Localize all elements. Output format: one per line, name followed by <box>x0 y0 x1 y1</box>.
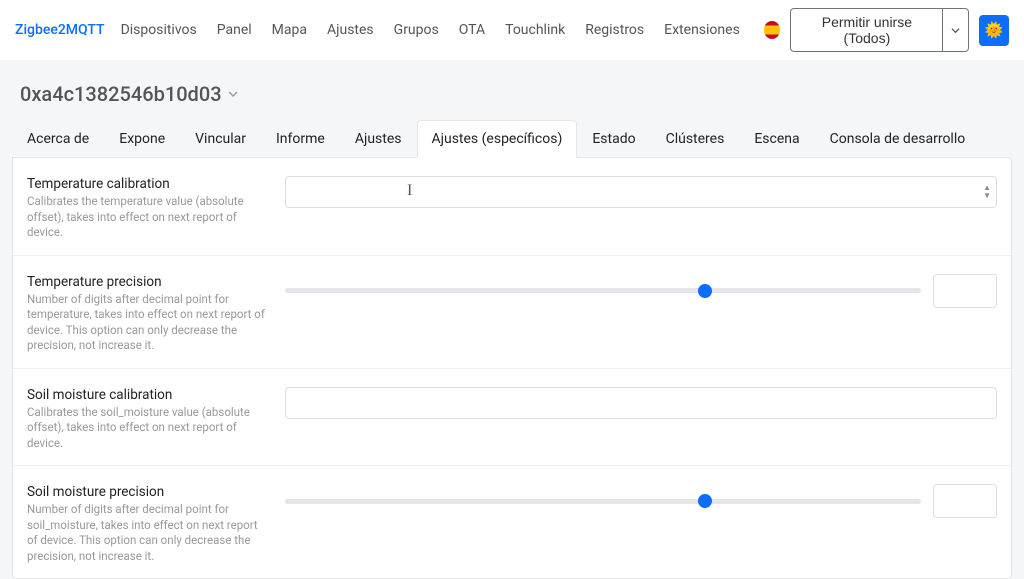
setting-name: Soil moisture calibration <box>27 387 265 403</box>
soil-moisture-calibration-input[interactable] <box>285 387 997 419</box>
setting-name: Temperature precision <box>27 274 265 290</box>
tab-consola-desarrollo[interactable]: Consola de desarrollo <box>815 120 981 158</box>
tab-informe[interactable]: Informe <box>261 120 340 158</box>
setting-label: Soil moisture calibration Calibrates the… <box>27 387 265 452</box>
tab-escena[interactable]: Escena <box>739 120 814 158</box>
tab-clusteres[interactable]: Clústeres <box>651 120 740 158</box>
chevron-down-icon <box>951 26 960 35</box>
spinner-down-icon[interactable]: ▼ <box>981 192 993 200</box>
temperature-precision-slider[interactable] <box>285 288 921 293</box>
setting-soil-moisture-precision: Soil moisture precision Number of digits… <box>13 466 1011 578</box>
nav-touchlink[interactable]: Touchlink <box>497 16 573 44</box>
settings-panel: Temperature calibration Calibrates the t… <box>12 157 1012 579</box>
setting-desc: Calibrates the soil_moisture value (abso… <box>27 405 265 452</box>
soil-moisture-precision-slider[interactable] <box>285 499 921 504</box>
setting-name: Temperature calibration <box>27 176 265 192</box>
slider-thumb[interactable] <box>698 494 712 508</box>
number-spinner[interactable]: ▲ ▼ <box>981 184 993 200</box>
setting-desc: Number of digits after decimal point for… <box>27 502 265 564</box>
theme-toggle-button[interactable]: 🌞 <box>979 15 1009 46</box>
setting-label: Temperature precision Number of digits a… <box>27 274 265 354</box>
setting-name: Soil moisture precision <box>27 484 265 500</box>
setting-label: Soil moisture precision Number of digits… <box>27 484 265 564</box>
nav-panel[interactable]: Panel <box>209 16 260 44</box>
temperature-calibration-input[interactable] <box>285 176 997 208</box>
page-content: 0xa4c1382546b10d03 Acerca de Expone Vinc… <box>0 60 1024 579</box>
tab-ajustes[interactable]: Ajustes <box>340 120 417 158</box>
setting-temperature-precision: Temperature precision Number of digits a… <box>13 256 1011 369</box>
sun-icon: 🌞 <box>985 21 1004 39</box>
nav-dispositivos[interactable]: Dispositivos <box>113 16 205 44</box>
permit-join-dropdown[interactable] <box>943 8 969 52</box>
device-id: 0xa4c1382546b10d03 <box>20 82 222 106</box>
temperature-precision-value[interactable] <box>933 274 997 308</box>
tab-expone[interactable]: Expone <box>104 120 180 158</box>
tab-estado[interactable]: Estado <box>577 120 650 158</box>
main-navbar: Zigbee2MQTT Dispositivos Panel Mapa Ajus… <box>0 0 1024 60</box>
setting-label: Temperature calibration Calibrates the t… <box>27 176 265 241</box>
slider-thumb[interactable] <box>698 284 712 298</box>
device-title-dropdown[interactable]: 0xa4c1382546b10d03 <box>12 78 1012 120</box>
chevron-down-icon <box>228 89 238 99</box>
device-tabs: Acerca de Expone Vincular Informe Ajuste… <box>12 120 1012 158</box>
nav-extensiones[interactable]: Extensiones <box>656 16 748 44</box>
permit-join-button[interactable]: Permitir unirse (Todos) <box>790 8 943 52</box>
tab-acerca-de[interactable]: Acerca de <box>12 120 104 158</box>
setting-soil-moisture-calibration: Soil moisture calibration Calibrates the… <box>13 369 1011 467</box>
nav-grupos[interactable]: Grupos <box>386 16 447 44</box>
setting-desc: Number of digits after decimal point for… <box>27 292 265 354</box>
soil-moisture-precision-value[interactable] <box>933 484 997 518</box>
tab-vincular[interactable]: Vincular <box>180 120 261 158</box>
nav-registros[interactable]: Registros <box>577 16 652 44</box>
brand-link[interactable]: Zigbee2MQTT <box>15 22 105 38</box>
permit-join-group: Permitir unirse (Todos) <box>790 8 969 52</box>
setting-desc: Calibrates the temperature value (absolu… <box>27 194 265 241</box>
nav-ota[interactable]: OTA <box>451 16 493 44</box>
nav-ajustes[interactable]: Ajustes <box>319 16 382 44</box>
locale-flag-icon[interactable] <box>764 21 781 39</box>
tab-ajustes-especificos[interactable]: Ajustes (específicos) <box>417 120 578 158</box>
nav-mapa[interactable]: Mapa <box>264 16 315 44</box>
setting-temperature-calibration: Temperature calibration Calibrates the t… <box>13 158 1011 256</box>
